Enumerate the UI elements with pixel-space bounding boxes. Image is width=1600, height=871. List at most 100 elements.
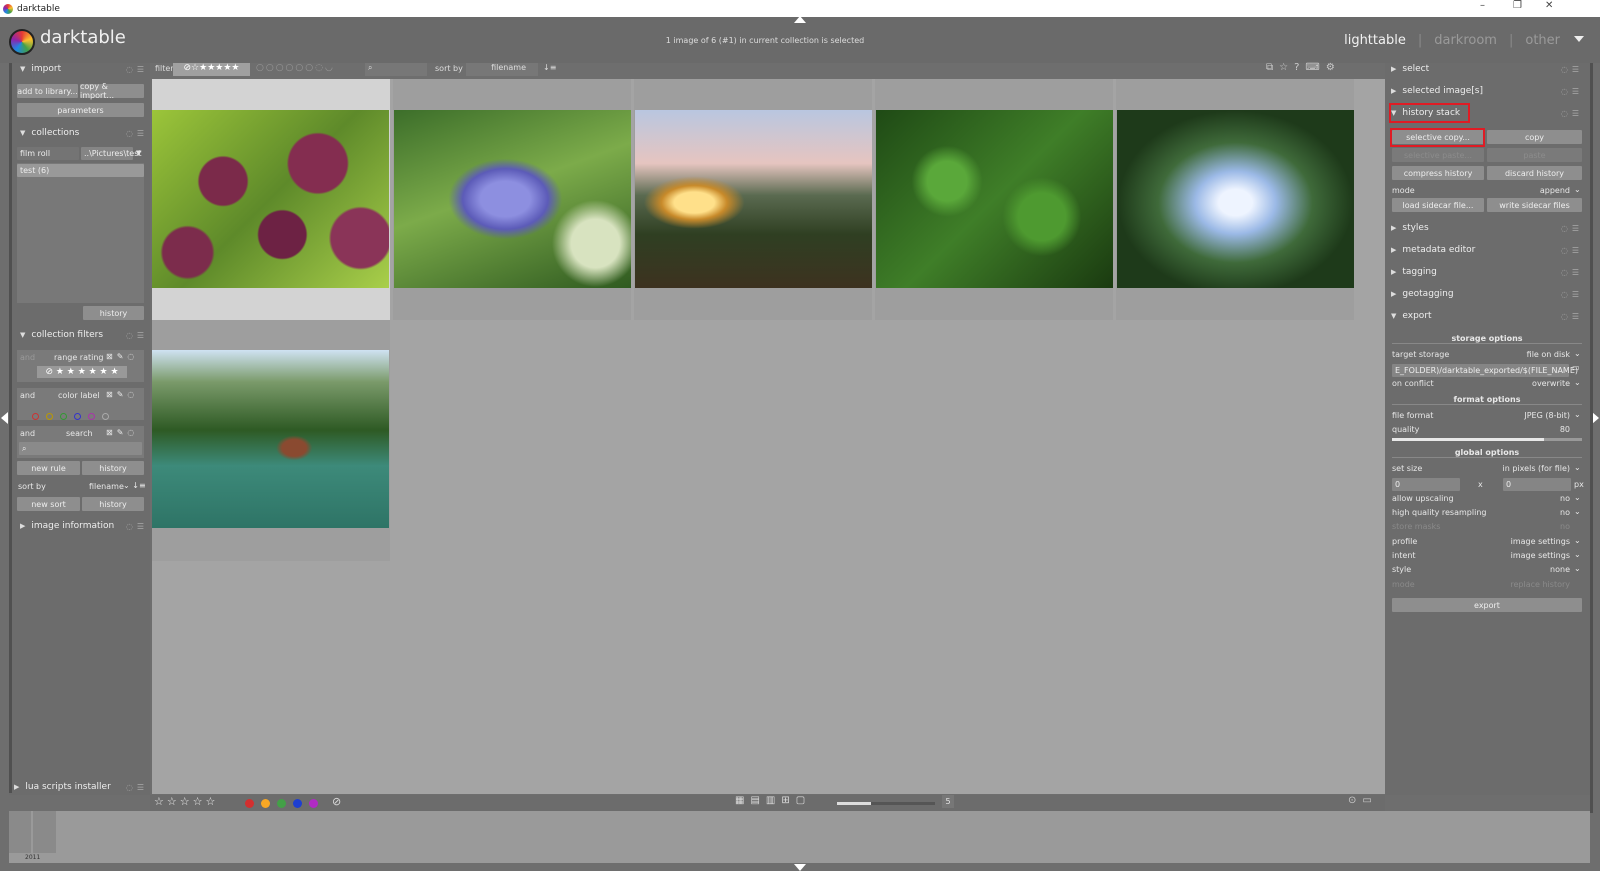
chevron-down-icon[interactable]: ⌄	[1574, 564, 1581, 573]
rule-icons[interactable]: ⊠✎◌	[106, 390, 138, 399]
layout-icons[interactable]: ▦▤▥⊞▢	[735, 795, 811, 806]
view-lighttable[interactable]: lighttable	[1344, 33, 1406, 48]
compress-history-button[interactable]: compress history	[1392, 166, 1484, 180]
collection-item[interactable]: test (6)	[17, 164, 144, 177]
minimize-button[interactable]: –	[1480, 0, 1485, 11]
search-input[interactable]: ⌕	[19, 442, 142, 455]
module-icons[interactable]: ◌☰	[126, 65, 148, 74]
thumbnail-cell[interactable]	[393, 79, 631, 320]
collapse-right-icon[interactable]	[1592, 412, 1599, 424]
star-icon[interactable]: ☆	[206, 795, 219, 808]
module-icons[interactable]: ◌☰	[1561, 268, 1583, 277]
write-sidecar-button[interactable]: write sidecar files	[1487, 198, 1582, 212]
star-icon[interactable]: ☆	[154, 795, 167, 808]
module-icons[interactable]: ◌☰	[1561, 312, 1583, 321]
discard-history-button[interactable]: discard history	[1487, 166, 1582, 180]
chevron-down-icon[interactable]: ⌄	[1574, 550, 1581, 559]
search-filter-input[interactable]: ⌕	[365, 63, 427, 76]
module-image-information[interactable]: ▶ image information ◌☰	[20, 518, 148, 534]
sort-history-button[interactable]: history	[82, 497, 144, 511]
copy-button[interactable]: copy	[1487, 130, 1582, 144]
chevron-down-icon[interactable]: ⌄	[1574, 493, 1581, 502]
export-path-input[interactable]: E_FOLDER)/darktable_exported/$(FILE_NAME…	[1392, 364, 1578, 377]
module-selected-images[interactable]: ▶ selected image[s] ◌☰	[1391, 83, 1583, 99]
view-darkroom[interactable]: darkroom	[1434, 33, 1497, 48]
star-icon[interactable]: ☆	[193, 795, 206, 808]
module-icons[interactable]: ◌☰	[126, 783, 148, 792]
filters-history-button[interactable]: history	[82, 461, 144, 475]
module-geotagging[interactable]: ▶ geotagging ◌☰	[1391, 286, 1583, 302]
view-other[interactable]: other	[1525, 33, 1560, 48]
thumbnail-cell[interactable]	[152, 320, 390, 561]
new-rule-button[interactable]: new rule	[17, 461, 80, 475]
width-input[interactable]: 0	[1392, 478, 1460, 491]
collapse-bottom-icon[interactable]	[794, 864, 806, 871]
color-label-dot[interactable]	[261, 799, 270, 808]
zoom-value[interactable]: 5	[942, 795, 954, 808]
color-label-dot[interactable]	[309, 799, 318, 808]
intent-select[interactable]: image settings	[1490, 551, 1570, 560]
style-mode-select[interactable]: replace history	[1480, 580, 1570, 589]
reject-icon[interactable]: ⊘	[332, 795, 341, 808]
module-icons[interactable]: ◌☰	[1561, 65, 1583, 74]
store-masks-select[interactable]: no	[1520, 522, 1570, 531]
chevron-down-icon[interactable]: ⌄	[1574, 536, 1581, 545]
focus-display-icons[interactable]: ⊙▭	[1348, 795, 1378, 806]
star-icon[interactable]: ☆	[167, 795, 180, 808]
rating-stars[interactable]: ☆☆☆☆☆	[154, 795, 218, 808]
set-size-select[interactable]: in pixels (for file)	[1490, 464, 1570, 473]
module-collections[interactable]: ▼ collections ◌☰	[20, 125, 148, 141]
rating-filter[interactable]: ⊘☆★★★★★	[173, 63, 250, 76]
module-styles[interactable]: ▶ styles ◌☰	[1391, 220, 1583, 236]
collapse-top-icon[interactable]	[794, 16, 806, 23]
module-icons[interactable]: ◌☰	[1561, 290, 1583, 299]
filmstrip-item[interactable]	[33, 811, 56, 853]
selective-paste-button[interactable]: selective paste...	[1392, 148, 1484, 162]
thumbnail-cell[interactable]	[152, 79, 390, 320]
color-label-dot[interactable]	[245, 799, 254, 808]
module-icons[interactable]: ◌☰	[126, 522, 148, 531]
module-icons[interactable]: ◌☰	[1561, 246, 1583, 255]
module-icons[interactable]: ◌☰	[1561, 87, 1583, 96]
chevron-down-icon[interactable]: ⌄ ↓≡	[123, 481, 146, 490]
thumbnail-cell[interactable]	[1116, 79, 1354, 320]
allow-upscaling-select[interactable]: no	[1520, 494, 1570, 503]
right-scrollbar[interactable]	[1590, 63, 1593, 813]
filmstrip-item[interactable]	[9, 811, 31, 853]
rating-stars[interactable]: ⊘ ★ ★ ★ ★ ★ ★	[37, 366, 127, 378]
sort-by-select[interactable]: filename	[89, 482, 124, 491]
chevron-down-icon[interactable]: ⌄	[1574, 410, 1581, 419]
add-to-library-button[interactable]: add to library...	[17, 84, 78, 98]
module-lua-scripts-installer[interactable]: ▶ lua scripts installer ◌☰	[14, 779, 148, 795]
module-collection-filters[interactable]: ▼ collection filters ◌☰	[20, 327, 148, 343]
chevron-down-icon[interactable]: ⌄	[1574, 349, 1581, 358]
toolbar-icons[interactable]: ⧉☆?⌨⚙	[1266, 62, 1341, 73]
profile-select[interactable]: image settings	[1490, 537, 1570, 546]
left-scrollbar[interactable]	[9, 63, 12, 793]
mode-select[interactable]: append	[1490, 186, 1570, 195]
chevron-down-icon[interactable]: ⌄	[1574, 185, 1581, 194]
star-icon[interactable]: ☆	[180, 795, 193, 808]
file-format-select[interactable]: JPEG (8-bit)	[1490, 411, 1570, 420]
chevron-down-icon[interactable]: ▼	[136, 149, 141, 157]
rule-icons[interactable]: ⊠✎◌	[106, 428, 138, 437]
color-filter[interactable]: ○○○○○○◌◡	[256, 63, 335, 73]
module-metadata-editor[interactable]: ▶ metadata editor ◌☰	[1391, 242, 1583, 258]
hq-resampling-select[interactable]: no	[1520, 508, 1570, 517]
collection-path-field[interactable]: ..\Pictures\test	[81, 147, 142, 160]
module-icons[interactable]: ◌☰	[1561, 109, 1583, 118]
chevron-down-icon[interactable]: ⌄	[1574, 378, 1581, 387]
collection-type-select[interactable]: film roll	[17, 147, 79, 160]
folder-icon[interactable]: ▭	[1572, 363, 1580, 372]
new-sort-button[interactable]: new sort	[17, 497, 80, 511]
module-icons[interactable]: ◌☰	[126, 331, 148, 340]
sort-order-icon[interactable]: ↓≡	[543, 63, 556, 72]
module-icons[interactable]: ◌☰	[1561, 224, 1583, 233]
chevron-down-icon[interactable]: ⌄	[1574, 463, 1581, 472]
export-button[interactable]: export	[1392, 598, 1582, 612]
load-sidecar-button[interactable]: load sidecar file...	[1392, 198, 1484, 212]
collapse-left-icon[interactable]	[1, 412, 8, 424]
height-input[interactable]: 0	[1503, 478, 1571, 491]
color-label-filters[interactable]	[32, 405, 116, 424]
restore-button[interactable]: ❐	[1513, 0, 1522, 11]
